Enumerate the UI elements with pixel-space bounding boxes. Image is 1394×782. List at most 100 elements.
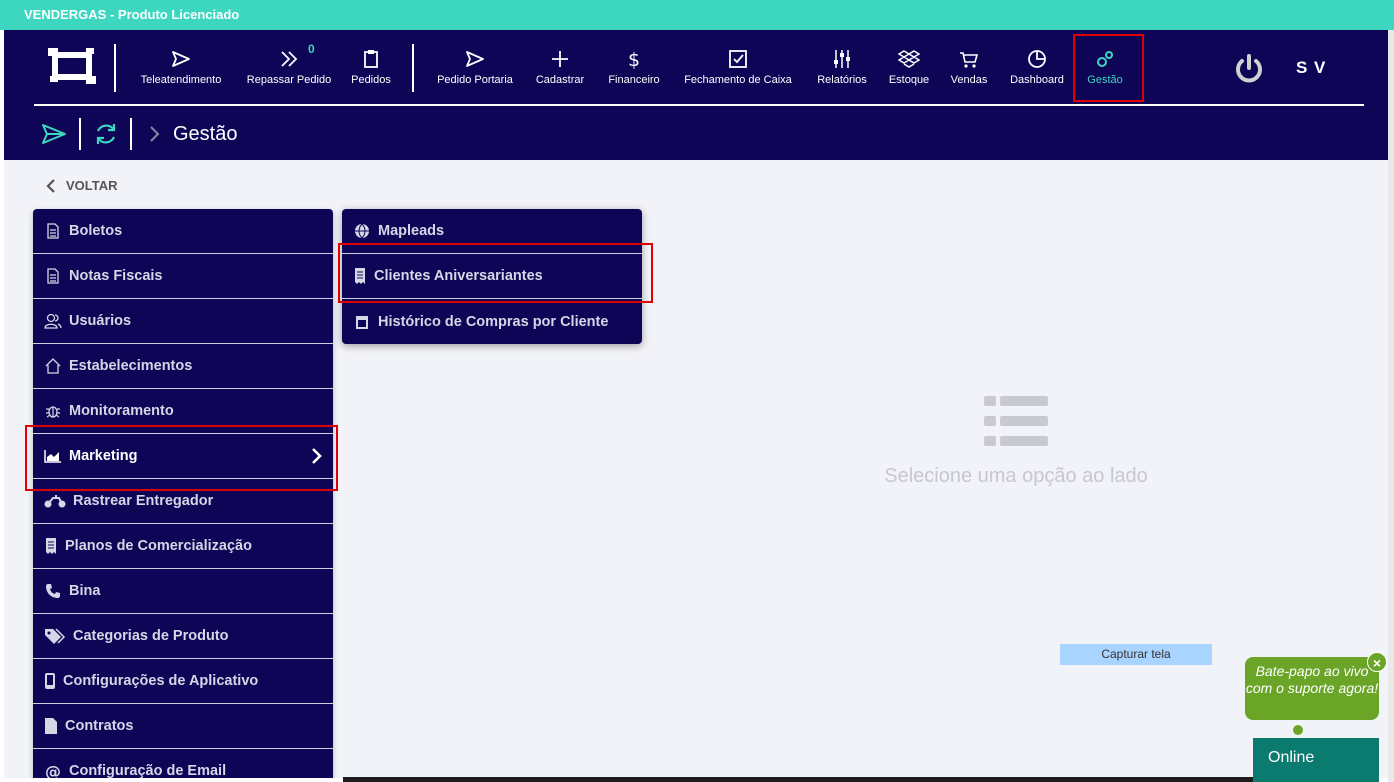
tags-icon xyxy=(43,627,67,645)
area-chart-icon xyxy=(43,447,63,465)
motorcycle-icon xyxy=(43,492,67,510)
menu-item-config-email[interactable]: @ Configuração de Email xyxy=(33,749,333,778)
calendar-icon xyxy=(352,313,372,331)
menu-item-label: Contratos xyxy=(65,718,134,734)
send-icon xyxy=(134,48,228,72)
chat-close-button[interactable]: × xyxy=(1367,652,1387,672)
user-initials[interactable]: S V xyxy=(1296,58,1326,78)
menu-item-usuarios[interactable]: Usuários xyxy=(33,299,333,344)
menu-item-label: Notas Fiscais xyxy=(69,268,163,284)
nav-label: Pedidos xyxy=(351,74,391,86)
send-icon[interactable] xyxy=(40,122,68,151)
logo-icon[interactable] xyxy=(48,46,96,86)
cart-icon xyxy=(944,48,994,72)
nav-financeiro[interactable]: $ Financeiro xyxy=(602,44,666,94)
menu-item-label: Marketing xyxy=(69,448,138,464)
nav-label: Pedido Portaria xyxy=(437,74,513,86)
divider xyxy=(412,44,414,92)
nav-label: Gestão xyxy=(1087,74,1123,86)
nav-fechamento-caixa[interactable]: Fechamento de Caixa xyxy=(678,44,798,94)
chevron-left-icon xyxy=(46,178,55,193)
nav-label: Teleatendimento xyxy=(140,74,222,86)
capture-screen-button[interactable]: Capturar tela xyxy=(1060,644,1212,665)
nav-pedido-portaria[interactable]: Pedido Portaria xyxy=(432,44,518,94)
nav-cadastrar[interactable]: Cadastrar xyxy=(530,44,590,94)
nav-label: Fechamento de Caixa xyxy=(684,74,792,86)
svg-text:@: @ xyxy=(45,763,61,778)
nav-label: Financeiro xyxy=(608,74,660,86)
clipboard-icon xyxy=(346,48,396,72)
nav-label: Repassar Pedido xyxy=(246,74,332,86)
checkbox-icon xyxy=(678,48,798,72)
divider xyxy=(130,118,132,150)
divider xyxy=(114,44,116,92)
nav-gestao[interactable]: Gestão xyxy=(1080,44,1130,94)
phone-icon xyxy=(43,582,63,600)
scrollbar-track xyxy=(1388,30,1394,782)
menu-item-contratos[interactable]: Contratos xyxy=(33,704,333,749)
submenu-item-label: Histórico de Compras por Cliente xyxy=(378,313,609,330)
bug-icon xyxy=(43,402,63,420)
nav-label: Cadastrar xyxy=(535,74,585,86)
nav-pedidos[interactable]: Pedidos xyxy=(346,44,396,94)
menu-item-marketing[interactable]: Marketing xyxy=(33,434,333,479)
menu-item-config-aplicativo[interactable]: Configurações de Aplicativo xyxy=(33,659,333,704)
management-menu: Boletos Notas Fiscais Usuários Estabelec… xyxy=(33,209,333,778)
send-icon xyxy=(432,48,518,72)
menu-item-monitoramento[interactable]: Monitoramento xyxy=(33,389,333,434)
nav-relatorios[interactable]: Relatórios xyxy=(812,44,872,94)
double-chevron-icon xyxy=(242,48,336,72)
menu-item-label: Configuração de Email xyxy=(69,763,227,778)
menu-item-categorias-produto[interactable]: Categorias de Produto xyxy=(33,614,333,659)
submenu-item-mapleads[interactable]: Mapleads xyxy=(342,209,642,254)
header-divider xyxy=(34,104,1364,106)
chat-bubble-tail xyxy=(1293,725,1303,735)
back-button[interactable]: VOLTAR xyxy=(46,178,118,193)
nav-repassar-pedido[interactable]: 0 Repassar Pedido xyxy=(242,42,336,94)
submenu-item-clientes-aniversariantes[interactable]: Clientes Aniversariantes xyxy=(342,254,642,299)
power-icon[interactable] xyxy=(1232,52,1266,91)
top-header: Teleatendimento 0 Repassar Pedido Pedido… xyxy=(4,30,1388,160)
menu-item-label: Planos de Comercialização xyxy=(65,538,252,554)
dollar-icon: $ xyxy=(602,48,666,72)
menu-item-notas-fiscais[interactable]: Notas Fiscais xyxy=(33,254,333,299)
at-icon: @ xyxy=(43,762,63,778)
chat-invite-bubble[interactable]: Bate-papo ao vivo com o suporte agora! xyxy=(1245,657,1379,720)
pie-chart-icon xyxy=(1004,48,1070,72)
plus-icon xyxy=(530,48,590,72)
nav-estoque[interactable]: Estoque xyxy=(884,44,934,94)
file-icon xyxy=(43,717,59,735)
page-title: Gestão xyxy=(173,123,238,145)
receipt-icon xyxy=(43,537,59,555)
list-icon xyxy=(984,396,1048,446)
count-badge: 0 xyxy=(308,42,315,56)
submenu-item-historico-compras[interactable]: Histórico de Compras por Cliente xyxy=(342,299,642,344)
menu-item-estabelecimentos[interactable]: Estabelecimentos xyxy=(33,344,333,389)
menu-item-label: Configurações de Aplicativo xyxy=(63,673,259,689)
menu-item-label: Usuários xyxy=(69,313,132,329)
menu-item-label: Categorias de Produto xyxy=(73,628,229,644)
app-title-bar: VENDERGAS - Produto Licenciado xyxy=(0,0,1394,30)
document-icon xyxy=(43,267,63,285)
submenu-item-label: Clientes Aniversariantes xyxy=(374,268,543,284)
refresh-icon[interactable] xyxy=(93,121,119,152)
nav-teleatendimento[interactable]: Teleatendimento xyxy=(134,44,228,94)
chevron-right-icon xyxy=(311,447,323,469)
nav-label: Estoque xyxy=(888,74,930,86)
chat-online-button[interactable]: Online xyxy=(1253,738,1379,782)
menu-item-boletos[interactable]: Boletos xyxy=(33,209,333,254)
menu-item-label: Monitoramento xyxy=(69,403,174,419)
menu-item-planos-comercializacao[interactable]: Planos de Comercialização xyxy=(33,524,333,569)
nav-label: Vendas xyxy=(950,74,988,86)
menu-item-label: Bina xyxy=(69,583,101,599)
nav-dashboard[interactable]: Dashboard xyxy=(1004,44,1070,94)
chevron-right-icon xyxy=(147,125,161,148)
dropbox-icon xyxy=(884,48,934,72)
globe-icon xyxy=(352,222,372,240)
receipt-icon xyxy=(352,267,368,285)
menu-item-label: Estabelecimentos xyxy=(69,358,193,374)
submenu-item-label: Mapleads xyxy=(378,223,445,239)
nav-vendas[interactable]: Vendas xyxy=(944,44,994,94)
menu-item-rastrear-entregador[interactable]: Rastrear Entregador xyxy=(33,479,333,524)
menu-item-bina[interactable]: Bina xyxy=(33,569,333,614)
